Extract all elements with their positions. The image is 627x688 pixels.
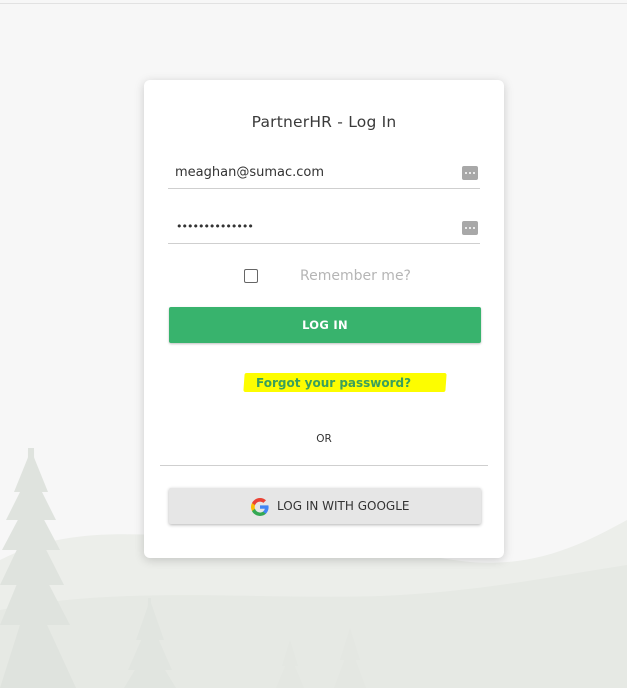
password-manager-icon[interactable] [462,166,478,180]
divider [160,465,488,466]
password-masked-value: •••••••••••••• [176,220,254,233]
google-login-label: LOG IN WITH GOOGLE [277,499,410,513]
email-field[interactable] [168,158,455,186]
password-field[interactable]: •••••••••••••• [168,213,480,244]
forgot-password-link[interactable]: Forgot your password? [256,376,411,390]
or-separator-text: OR [316,433,332,445]
remember-me-row: Remember me? [244,268,464,288]
page-title: PartnerHR - Log In [251,113,397,131]
google-logo-icon [251,498,269,516]
google-login-button[interactable]: LOG IN WITH GOOGLE [169,488,481,524]
remember-me-label[interactable]: Remember me? [300,268,411,284]
login-card: PartnerHR - Log In •••••••••••••• Rememb… [144,80,504,558]
login-button[interactable]: LOG IN [169,307,481,343]
email-field-container [168,158,480,189]
remember-me-checkbox[interactable] [244,269,258,283]
password-manager-icon[interactable] [462,221,478,235]
